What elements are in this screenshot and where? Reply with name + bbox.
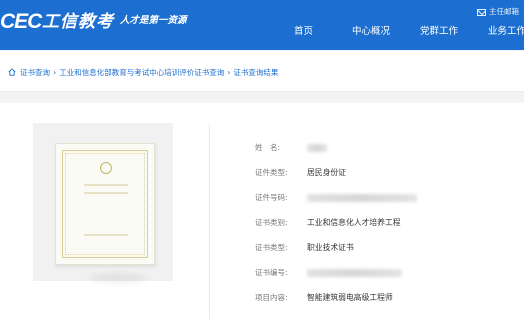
field-label: 证书类别: — [255, 218, 288, 227]
redacted-value — [307, 143, 327, 152]
mail-icon — [477, 8, 486, 16]
field-cert-category: 证书类别: 工业和信息化人才培养工程 — [255, 210, 515, 235]
mailbox-label: 主任邮箱 — [489, 7, 519, 16]
field-cert-number: 证书编号: — [255, 260, 515, 285]
field-value: 居民身份证 — [307, 168, 346, 177]
mailbox-link[interactable]: 主任邮箱 — [477, 7, 519, 17]
nav-item-party[interactable]: 党群工作 — [420, 25, 458, 39]
field-label: 证件类型: — [255, 168, 288, 177]
breadcrumb-cert-query[interactable]: 证书查询 — [20, 67, 50, 78]
field-id-type: 证件类型: 居民身份证 — [255, 160, 515, 185]
field-value: 智能建筑弱电高级工程师 — [307, 293, 393, 302]
nav-item-overview[interactable]: 中心概况 — [352, 25, 390, 39]
main-nav: 首页 中心概况 党群工作 业务工作 — [0, 25, 524, 39]
certificate-details: 姓 名: 证件类型: 居民身份证 证件号码: 证书类别: 工业和信息化人才培养工… — [255, 135, 515, 310]
site-header: CEC 工信教考 人才是第一资源 主任邮箱 首页 中心概况 党群工作 业务工作 — [0, 0, 524, 50]
redacted-value — [307, 268, 402, 277]
breadcrumb-evaluation-query[interactable]: 工业和信息化部教育与考试中心培训评价证书查询 — [59, 67, 224, 78]
redacted-value — [307, 193, 417, 202]
field-label: 姓 名: — [255, 143, 281, 152]
nav-item-business[interactable]: 业务工作 — [488, 25, 524, 39]
vertical-divider — [209, 125, 210, 319]
field-label: 证件号码: — [255, 193, 288, 202]
field-id-number: 证件号码: — [255, 185, 515, 210]
field-cert-type: 证书类型: 职业技术证书 — [255, 235, 515, 260]
field-project: 项目内容: 智能建筑弱电高级工程师 — [255, 285, 515, 310]
certificate-emblem — [100, 162, 112, 174]
home-icon[interactable] — [8, 68, 16, 76]
field-label: 证书编号: — [255, 268, 288, 277]
breadcrumb: 证书查询 › 工业和信息化部教育与考试中心培训评价证书查询 › 证书查询结果 — [8, 66, 278, 78]
breadcrumb-bar: 证书查询 › 工业和信息化部教育与考试中心培训评价证书查询 › 证书查询结果 — [0, 51, 524, 92]
field-value: 工业和信息化人才培养工程 — [307, 218, 401, 227]
field-label: 项目内容: — [255, 293, 288, 302]
nav-item-home[interactable]: 首页 — [294, 25, 313, 39]
breadcrumb-separator: › — [53, 67, 57, 77]
certificate-preview — [33, 123, 173, 283]
result-panel: 姓 名: 证件类型: 居民身份证 证件号码: 证书类别: 工业和信息化人才培养工… — [0, 103, 524, 319]
field-name: 姓 名: — [255, 135, 515, 160]
breadcrumb-result: 证书查询结果 — [233, 67, 279, 77]
field-label: 证书类型: — [255, 243, 288, 252]
breadcrumb-separator: › — [227, 67, 231, 77]
field-value: 职业技术证书 — [307, 243, 354, 252]
certificate-image[interactable] — [55, 143, 155, 265]
